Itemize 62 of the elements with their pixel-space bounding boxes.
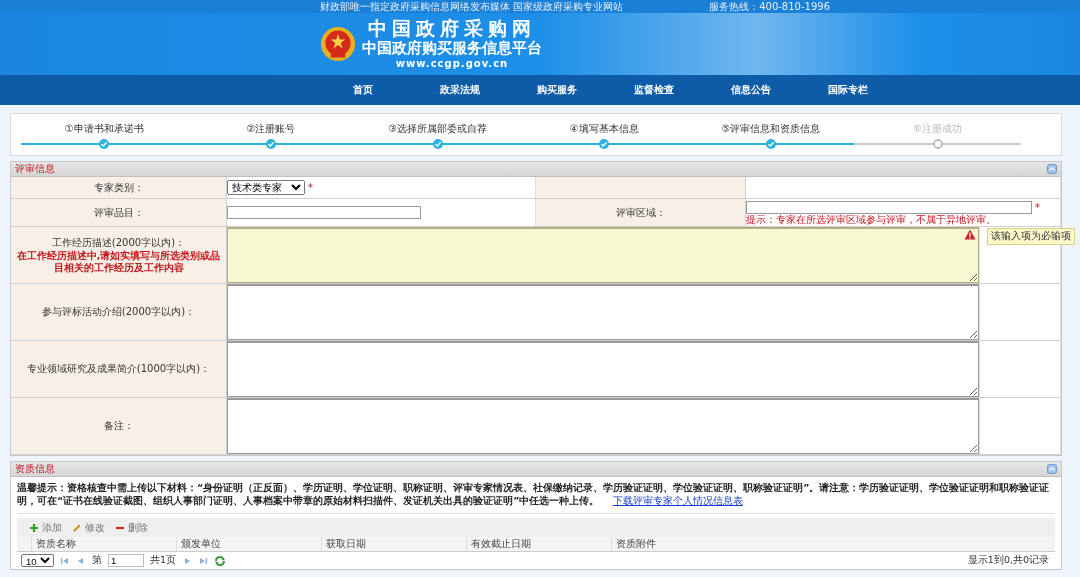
column-header[interactable]: 获取日期 [321, 537, 466, 551]
field-label: 参与评标活动介绍(2000字以内)： [41, 305, 196, 319]
toolbar-button[interactable]: 修改 [68, 519, 109, 536]
text-area-field[interactable] [227, 398, 979, 454]
record-summary: 显示1到0,共0记录 [967, 554, 1050, 567]
site-url: www.ccgp.gov.cn [395, 57, 509, 71]
column-header[interactable]: 资质附件 [611, 537, 1055, 551]
field-label: 专业领域研究及成果简介(1000字以内)： [26, 362, 211, 376]
text-area-field[interactable] [227, 341, 979, 397]
required-mark: * [308, 182, 313, 193]
emblem-icon [320, 26, 356, 62]
required-mark: * [1035, 201, 1040, 213]
section-title: 资质信息 [15, 462, 55, 476]
page-prefix: 第 [92, 554, 102, 567]
hotline: 服务热线：400-810-1996 [709, 0, 830, 13]
hint-text: 提示：专家在所选评审区域参与评审，不属于异地评审。 [746, 213, 996, 225]
download-link[interactable]: 下载评审专家个人情况信息表 [612, 495, 743, 506]
collapse-icon[interactable] [1047, 164, 1057, 174]
notice-text: 温馨提示：资格核查中需上传以下材料：“身份证明（正反面）、学历证明、学位证明、职称证明、评审专家情况表、社保缴纳记录、学历验证证明、学位验证证明、职称验证证明”。请注意：学历验证证明、学位验证证明和职称验证证明，可在“证书在线验证截图、组织人事部门证明、人事档案中带章的原始材料扫描件、发证机关出具的验证证明”中任选一种上传。 下载评审专家个人情况信息表 [16, 481, 1051, 508]
previous-page-icon[interactable] [76, 555, 86, 566]
refresh-icon[interactable] [214, 554, 227, 567]
site-title: 中国政府采购网 [368, 17, 536, 39]
column-header[interactable]: 颁发单位 [176, 537, 321, 551]
plus-icon [29, 522, 39, 533]
warning-icon [964, 229, 976, 240]
first-page-icon[interactable] [60, 555, 70, 566]
text-area-field[interactable] [227, 227, 979, 283]
text-area-field[interactable] [227, 284, 979, 340]
note-text: 在工作经历描述中,请如实填写与所选类别或品目相关的工作经历及工作内容 [15, 250, 222, 274]
nav-link[interactable]: 监督检查 [605, 83, 702, 97]
toolbar-button[interactable]: 添加 [25, 519, 66, 536]
last-page-icon[interactable] [198, 555, 209, 566]
field-label: 备注： [103, 419, 134, 433]
page-total: 共1页 [150, 554, 177, 567]
site-subtitle: 中国政府购买服务信息平台 [362, 39, 542, 57]
step-label: ③选择所属部委或自荐 [388, 122, 488, 136]
section-title: 评审信息 [15, 162, 55, 176]
page-size-select[interactable]: 10 [21, 554, 54, 567]
column-header[interactable]: 资质名称 [31, 537, 176, 551]
select-field[interactable]: 技术类专家 [227, 180, 305, 195]
input-field[interactable] [746, 200, 1032, 214]
nav-link[interactable]: 首页 [314, 83, 411, 97]
site-notice: 财政部唯一指定政府采购信息网络发布媒体 国家级政府采购专业网站 [320, 0, 624, 13]
nav-link[interactable]: 购买服务 [508, 83, 605, 97]
nav-link[interactable]: 信息公告 [702, 83, 799, 97]
column-header[interactable]: 有效截止日期 [466, 537, 611, 551]
page-input[interactable]: 1 [108, 554, 144, 567]
step-label: ⑤评审信息和资质信息 [721, 122, 821, 136]
toolbar-button[interactable]: 删除 [111, 519, 152, 536]
input-field[interactable] [227, 206, 421, 219]
step-label: ①申请书和承诺书 [64, 122, 144, 136]
collapse-icon[interactable] [1047, 464, 1057, 474]
pencil-icon [72, 522, 82, 533]
step-label: ④填写基本信息 [569, 122, 639, 136]
error-tooltip: 该输入项为必输项 [987, 228, 1075, 245]
step-label: ②注册账号 [246, 122, 296, 136]
nav-link[interactable]: 国际专栏 [799, 83, 896, 97]
field-label: 评审品目： [93, 205, 144, 220]
field-label: 评审区域： [615, 205, 666, 220]
field-label: 工作经历描述(2000字以内)： [51, 236, 186, 250]
field-label: 专家类别： [93, 180, 144, 195]
nav-link[interactable]: 政采法规 [411, 83, 508, 97]
